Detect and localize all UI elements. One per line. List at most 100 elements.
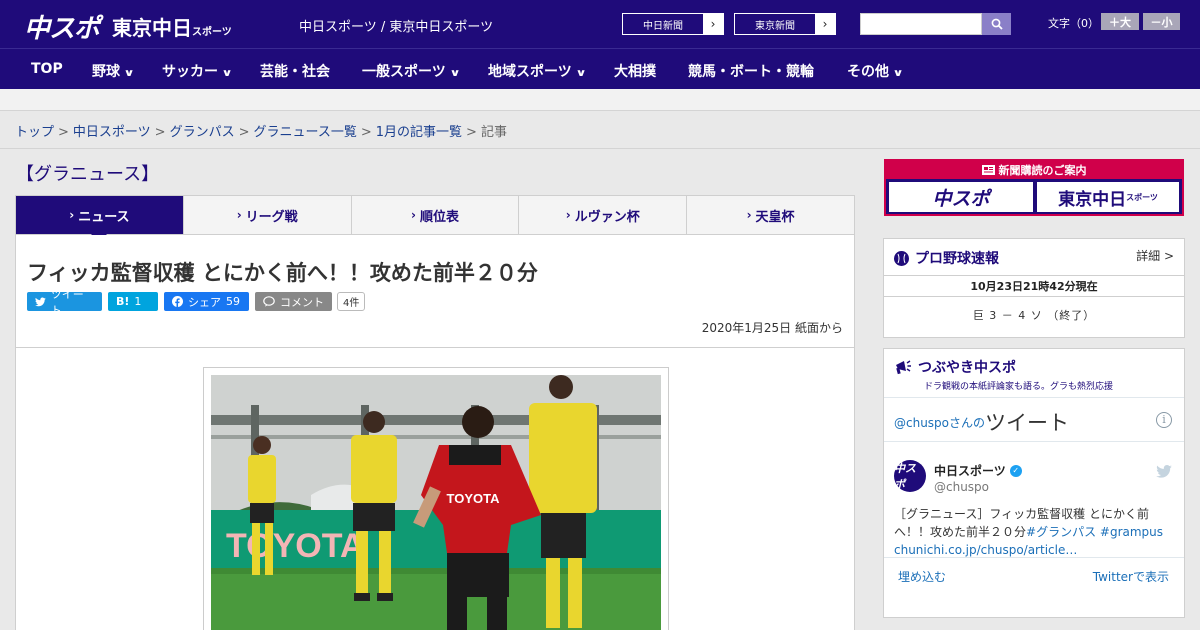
breadcrumb-gura-news-list[interactable]: グラニュース一覧 (254, 125, 357, 140)
twitter-bird-icon (35, 297, 46, 306)
tab-standings[interactable]: › 順位表 (350, 196, 519, 234)
search-button[interactable] (982, 13, 1011, 35)
nav-baseball[interactable]: 野球 ∨ (92, 61, 135, 81)
hatena-count: 1 (134, 295, 142, 308)
nav-local-sports[interactable]: 地域スポーツ ∨ (488, 61, 587, 81)
nav-soccer-label: サッカー (162, 64, 218, 80)
baseball-title-text: プロ野球速報 (915, 251, 999, 267)
breadcrumb-grampus[interactable]: グランパス (170, 125, 235, 140)
tab-emperors-cup[interactable]: › 天皇杯 (686, 196, 854, 234)
nav-sumo[interactable]: 大相撲 (614, 61, 656, 81)
chevron-right-icon: › (703, 14, 723, 34)
tab-league[interactable]: › リーグ戦 (182, 196, 351, 234)
subscription-title: 新聞購読のご案内 (998, 164, 1087, 177)
tweet-button[interactable]: ツイート (27, 288, 102, 317)
nav-general-sports[interactable]: 一般スポーツ ∨ (362, 61, 461, 81)
twitter-card: つぶやき中スポ ドラ観戦の本紙評論家も語る。グラも熱烈応援 @chuspoさんの… (883, 348, 1185, 618)
tokyo-chunichi-subscribe-logo[interactable]: 東京中日 スポーツ (1037, 182, 1179, 212)
nav-soccer[interactable]: サッカー ∨ (162, 61, 233, 81)
avatar[interactable]: 中スポ (894, 460, 926, 492)
site-names: 中日スポーツ / 東京中日スポーツ (299, 20, 494, 35)
comment-count[interactable]: 4件 (337, 292, 366, 311)
search-icon (991, 18, 1003, 30)
twitter-bird-icon[interactable] (1156, 463, 1172, 482)
search-input[interactable] (860, 13, 982, 35)
verified-badge-icon: ✓ (1009, 464, 1022, 477)
divider (884, 557, 1184, 558)
chevron-down-icon: ∨ (221, 68, 233, 79)
nav-top[interactable]: TOP (31, 61, 63, 77)
timeline-title: ツイート (985, 411, 1070, 435)
megaphone-icon (896, 360, 911, 375)
nav-entertainment[interactable]: 芸能・社会 (260, 61, 330, 81)
tokyo-shimbun-link[interactable]: 東京新聞 › (734, 13, 836, 35)
subscription-header: 新聞購読のご案内 (886, 161, 1182, 179)
tweet-author-name: 中日スポーツ (934, 464, 1006, 478)
score-timestamp: 10月23日21時42分現在 (884, 275, 1184, 297)
breadcrumb-separator: > (360, 125, 372, 140)
breadcrumb-top[interactable]: トップ (15, 125, 54, 140)
breadcrumb-separator: > (238, 125, 250, 140)
tweet-author[interactable]: 中日スポーツ ✓ (934, 462, 1022, 479)
info-icon[interactable]: i (1156, 412, 1172, 428)
chevron-right-icon: › (815, 14, 835, 34)
tab-levain-cup[interactable]: › ルヴァン杯 (518, 196, 686, 234)
twitter-card-title: つぶやき中スポ (894, 357, 1016, 377)
chunichi-shimbun-link[interactable]: 中日新聞 › (622, 13, 724, 35)
font-bigger-button[interactable]: ＋大 (1101, 13, 1139, 30)
chevron-down-icon: ∨ (575, 68, 587, 79)
tweet-text: ［グラニュース］フィッカ監督収穫 とにかく前へ！！攻めた前半２０分#グランパス … (894, 505, 1176, 559)
baseball-card-title: プロ野球速報 (894, 248, 999, 268)
facebook-share-button[interactable]: シェア 59 (164, 292, 249, 311)
chuspo-logo[interactable]: 中スポ (24, 8, 100, 45)
comment-label: コメント (280, 295, 324, 309)
hatena-label: B! (116, 295, 130, 308)
tokyo-logo-small: スポーツ (192, 27, 232, 38)
nav-local-sports-label: 地域スポーツ (488, 64, 572, 80)
nav-keiba[interactable]: 競馬・ボート・競輪 (688, 61, 814, 81)
nav-others[interactable]: その他 ∨ (847, 61, 904, 81)
tab-news[interactable]: › ニュース (16, 196, 183, 242)
breadcrumb-separator: > (58, 125, 69, 140)
tweet-author-handle[interactable]: @chuspo (934, 480, 989, 494)
baseball-detail-link[interactable]: 詳細 > (1136, 247, 1174, 264)
nav-top-label: TOP (31, 61, 63, 77)
baseball-score-card: プロ野球速報 詳細 > 10月23日21時42分現在 巨 3 － 4 ソ （終了… (883, 238, 1185, 338)
divider (884, 397, 1184, 398)
breadcrumb-separator: > (466, 125, 477, 140)
main-nav: TOP 野球 ∨ サッカー ∨ 芸能・社会 一般スポーツ ∨ 地域スポーツ ∨ 大相撲 … (0, 48, 1200, 89)
comment-button[interactable]: コメント (255, 292, 332, 311)
chevron-right-icon: › (565, 208, 571, 222)
twitter-title-text: つぶやき中スポ (918, 360, 1016, 376)
article-photo[interactable]: TOYOTA TOYOTA (211, 375, 661, 630)
nav-baseball-label: 野球 (92, 64, 120, 80)
breadcrumb-january-list[interactable]: 1月の記事一覧 (376, 125, 462, 140)
chevron-right-icon: › (236, 208, 242, 222)
font-size-label: 文字（0） (1048, 17, 1099, 30)
twitter-subtitle: ドラ観戦の本紙評論家も語る。グラも熱烈応援 (924, 382, 1114, 392)
font-smaller-button[interactable]: －小 (1143, 13, 1180, 30)
tweet-hashtag[interactable]: #グランパス (1026, 525, 1096, 539)
section-title: 【グラニュース】 (16, 164, 160, 185)
breadcrumb-chunichi-sports[interactable]: 中日スポーツ (73, 125, 151, 140)
tokyo-chunichi-logo[interactable]: 東京中日スポーツ (112, 12, 232, 41)
view-on-twitter-link[interactable]: Twitterで表示 (1093, 568, 1169, 585)
tweet-link[interactable]: chunichi.co.jp/chuspo/article… (894, 543, 1077, 557)
subscription-banner[interactable]: 新聞購読のご案内 中スポ 東京中日 スポーツ (884, 159, 1184, 216)
timeline-handle[interactable]: @chuspo (894, 416, 949, 430)
chuspo-subscribe-logo[interactable]: 中スポ (889, 182, 1033, 212)
nav-general-sports-label: 一般スポーツ (362, 64, 446, 80)
breadcrumb-current: 記事 (480, 125, 507, 140)
tweet-hashtag[interactable]: #grampus (1100, 525, 1163, 539)
chunichi-shimbun-label: 中日新聞 (643, 20, 683, 32)
article-dateline: 2020年1月25日 紙面から (701, 321, 843, 335)
divider (884, 441, 1184, 442)
embed-link[interactable]: 埋め込む (898, 568, 946, 585)
hatena-bookmark-button[interactable]: B! 1 (108, 292, 158, 311)
chevron-right-icon: › (69, 208, 75, 222)
chevron-down-icon: ∨ (449, 68, 461, 79)
game-score[interactable]: 巨 3 － 4 ソ （終了） (884, 307, 1184, 323)
breadcrumb-separator: > (154, 125, 166, 140)
tokyo-subscribe-main: 東京中日 (1058, 189, 1127, 210)
top-header: 中スポ 東京中日スポーツ 中日スポーツ / 東京中日スポーツ 中日新聞 › 東京… (0, 0, 1200, 48)
